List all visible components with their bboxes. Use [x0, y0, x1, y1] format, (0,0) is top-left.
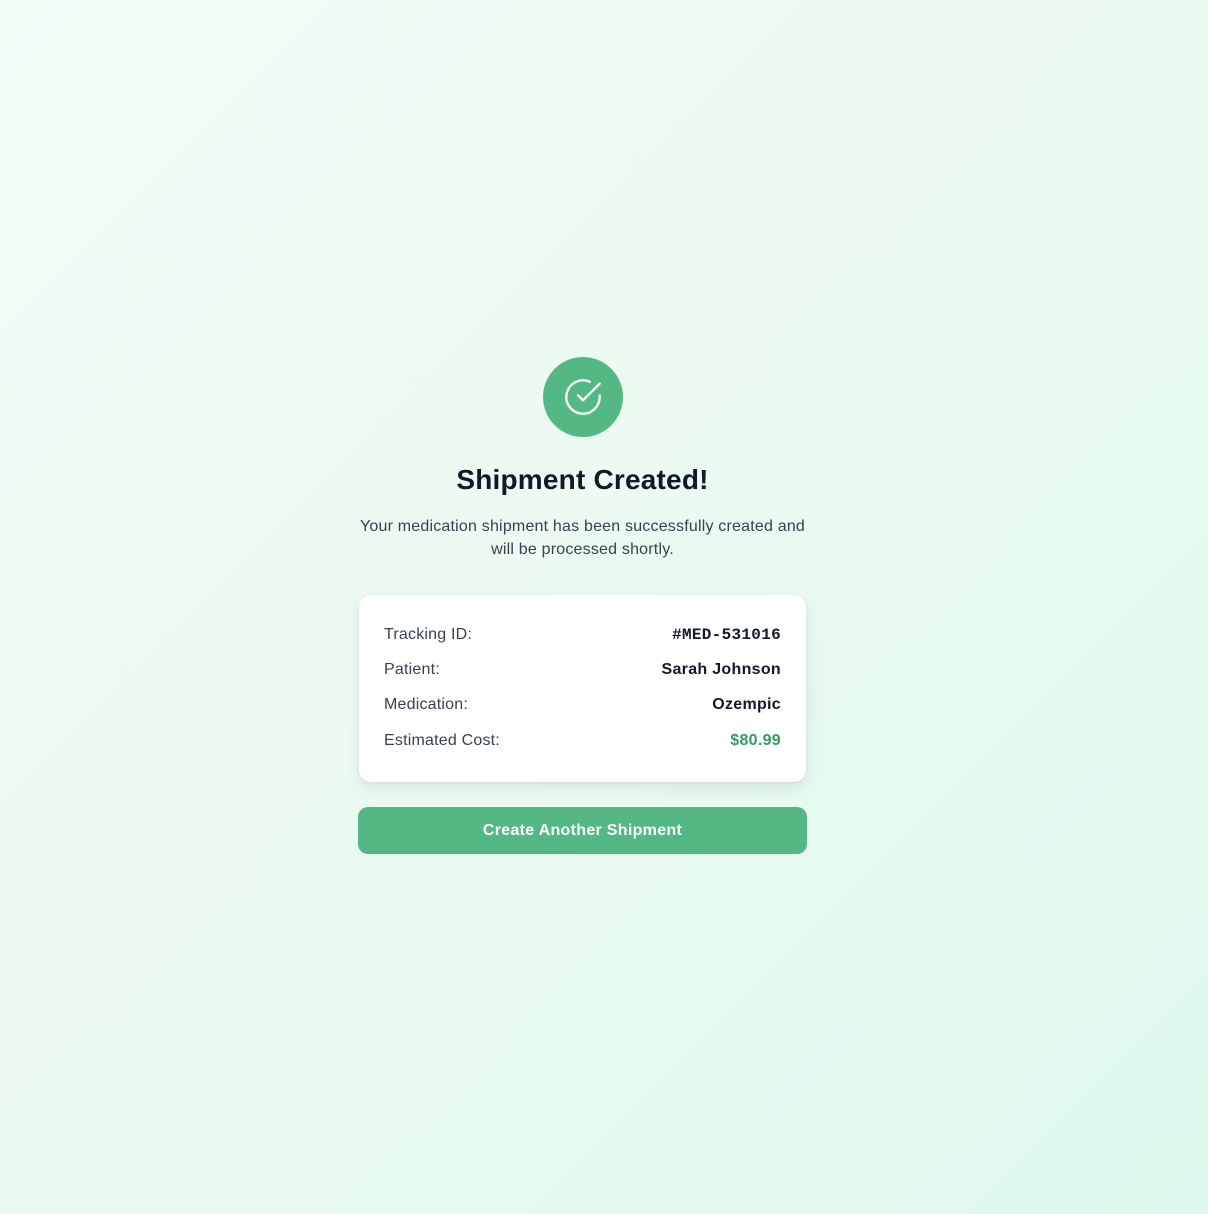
detail-row-estimated-cost: Estimated Cost: $80.99 [384, 723, 781, 758]
tracking-id-label: Tracking ID: [384, 625, 473, 643]
estimated-cost-value: $80.99 [730, 731, 781, 749]
patient-value: Sarah Johnson [661, 660, 781, 678]
estimated-cost-label: Estimated Cost: [384, 731, 500, 749]
check-circle-icon [564, 379, 601, 415]
detail-row-tracking-id: Tracking ID: #MED-531016 [384, 617, 781, 652]
detail-row-patient: Patient: Sarah Johnson [384, 652, 781, 687]
create-another-shipment-button[interactable]: Create Another Shipment [358, 807, 807, 855]
detail-row-medication: Medication: Ozempic [384, 688, 781, 723]
patient-label: Patient: [384, 660, 440, 678]
page-title: Shipment Created! [456, 464, 709, 495]
tracking-id-value: #MED-531016 [672, 625, 781, 644]
success-badge [542, 357, 623, 437]
success-panel: Shipment Created! Your medication shipme… [358, 357, 807, 855]
medication-value: Ozempic [712, 696, 781, 714]
confirmation-message: Your medication shipment has been succes… [359, 518, 806, 558]
shipment-details-card: Tracking ID: #MED-531016 Patient: Sarah … [359, 595, 806, 783]
medication-label: Medication: [384, 696, 469, 714]
